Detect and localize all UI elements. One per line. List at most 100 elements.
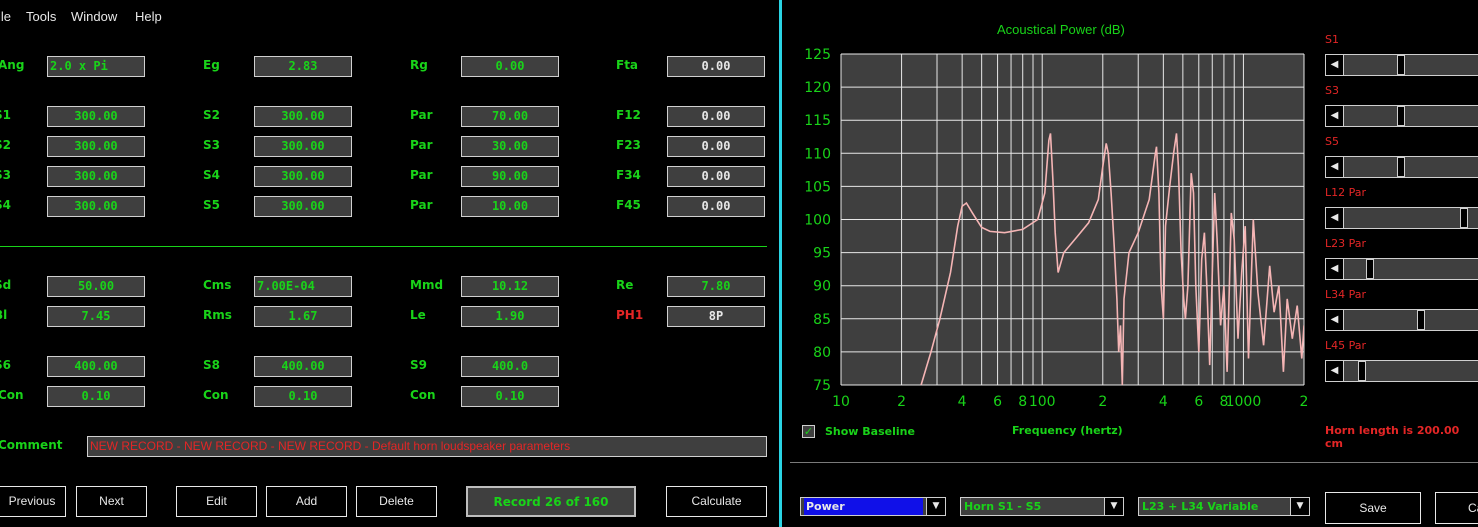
field-con-3[interactable]: 0.10 bbox=[461, 386, 559, 407]
slider-thumb[interactable] bbox=[1397, 106, 1406, 126]
field-eg[interactable]: 2.83 bbox=[254, 56, 352, 77]
field-par-1[interactable]: 70.00 bbox=[461, 106, 559, 127]
label-f12: F12 bbox=[616, 108, 641, 122]
field-mmd[interactable]: 10.12 bbox=[461, 276, 559, 297]
arrow-left-icon[interactable]: ◀ bbox=[1326, 208, 1344, 228]
show-baseline-label[interactable]: Show Baseline bbox=[825, 425, 915, 438]
calculate-button[interactable]: Calculate bbox=[666, 486, 767, 517]
arrow-left-icon[interactable]: ◀ bbox=[1326, 55, 1344, 75]
next-button[interactable]: Next bbox=[76, 486, 147, 517]
field-s3-left[interactable]: 300.00 bbox=[47, 166, 145, 187]
field-s8[interactable]: 400.00 bbox=[254, 356, 352, 377]
field-f23[interactable]: 0.00 bbox=[667, 136, 765, 157]
slider-label: L45 Par bbox=[1325, 339, 1367, 352]
slider-thumb[interactable] bbox=[1460, 208, 1469, 228]
edit-button[interactable]: Edit bbox=[176, 486, 257, 517]
plot-type-dropdown[interactable]: Power ▼ bbox=[800, 497, 946, 516]
field-f34[interactable]: 0.00 bbox=[667, 166, 765, 187]
parameter-slider[interactable]: ◀ bbox=[1325, 207, 1478, 229]
parameter-slider[interactable]: ◀ bbox=[1325, 156, 1478, 178]
label-ang: Ang bbox=[0, 58, 25, 72]
arrow-left-icon[interactable]: ◀ bbox=[1326, 157, 1344, 177]
field-s5[interactable]: 300.00 bbox=[254, 196, 352, 217]
record-counter: Record 26 of 160 bbox=[466, 486, 636, 517]
field-con-1[interactable]: 0.10 bbox=[47, 386, 145, 407]
delete-button[interactable]: Delete bbox=[356, 486, 437, 517]
add-button[interactable]: Add bbox=[266, 486, 347, 517]
field-rg[interactable]: 0.00 bbox=[461, 56, 559, 77]
label-sd: Sd bbox=[0, 278, 12, 292]
x-tick-label: 2 bbox=[897, 394, 906, 410]
cancel-button[interactable]: Ca bbox=[1435, 492, 1478, 524]
field-s4[interactable]: 300.00 bbox=[254, 166, 352, 187]
arrow-left-icon[interactable]: ◀ bbox=[1326, 106, 1344, 126]
field-fta[interactable]: 0.00 bbox=[667, 56, 765, 77]
chevron-down-icon[interactable]: ▼ bbox=[1290, 498, 1309, 515]
label-s3-left: S3 bbox=[0, 168, 11, 182]
save-button[interactable]: Save bbox=[1325, 492, 1421, 524]
arrow-left-icon[interactable]: ◀ bbox=[1326, 310, 1344, 330]
horn-section-dropdown[interactable]: Horn S1 - S5 ▼ bbox=[960, 497, 1124, 516]
label-par-2: Par bbox=[410, 138, 433, 152]
x-tick-label: 8 bbox=[1018, 394, 1027, 410]
field-comment[interactable]: NEW RECORD - NEW RECORD - NEW RECORD - D… bbox=[87, 436, 767, 457]
slider-thumb[interactable] bbox=[1358, 361, 1366, 381]
menu-tools[interactable]: Tools bbox=[26, 9, 56, 24]
slider-thumb[interactable] bbox=[1416, 310, 1425, 330]
variable-value: L23 + L34 Variable bbox=[1142, 500, 1259, 513]
label-rms: Rms bbox=[203, 308, 232, 322]
chevron-down-icon[interactable]: ▼ bbox=[1104, 498, 1123, 515]
parameter-slider[interactable]: ◀ bbox=[1325, 258, 1478, 280]
field-f45[interactable]: 0.00 bbox=[667, 196, 765, 217]
field-cms[interactable]: 7.00E-04 bbox=[254, 276, 352, 297]
previous-button[interactable]: Previous bbox=[0, 486, 66, 517]
x-axis-label: Frequency (hertz) bbox=[1012, 424, 1123, 437]
field-rms[interactable]: 1.67 bbox=[254, 306, 352, 327]
field-s1[interactable]: 300.00 bbox=[47, 106, 145, 127]
parameter-slider[interactable]: ◀ bbox=[1325, 309, 1478, 331]
field-le[interactable]: 1.90 bbox=[461, 306, 559, 327]
label-s2: S2 bbox=[203, 108, 220, 122]
show-baseline-checkbox[interactable]: ✓ bbox=[802, 425, 815, 438]
label-s2-left: S2 bbox=[0, 138, 11, 152]
parameter-slider[interactable]: ◀ bbox=[1325, 54, 1478, 76]
field-re[interactable]: 7.80 bbox=[667, 276, 765, 297]
field-ang[interactable]: 2.0 x Pi bbox=[47, 56, 145, 77]
slider-label: L12 Par bbox=[1325, 186, 1367, 199]
y-tick-label: 75 bbox=[813, 378, 831, 394]
horn-length-text: Horn length is 200.00 cm bbox=[1325, 424, 1460, 450]
field-par-3[interactable]: 90.00 bbox=[461, 166, 559, 187]
field-par-2[interactable]: 30.00 bbox=[461, 136, 559, 157]
label-s4: S4 bbox=[203, 168, 220, 182]
variable-dropdown[interactable]: L23 + L34 Variable ▼ bbox=[1138, 497, 1310, 516]
arrow-left-icon[interactable]: ◀ bbox=[1326, 361, 1344, 381]
field-s3[interactable]: 300.00 bbox=[254, 136, 352, 157]
field-s4-left[interactable]: 300.00 bbox=[47, 196, 145, 217]
x-tick-label: 6 bbox=[1194, 394, 1203, 410]
slider-thumb[interactable] bbox=[1366, 259, 1375, 279]
field-sd[interactable]: 50.00 bbox=[47, 276, 145, 297]
chart-title: Acoustical Power (dB) bbox=[997, 22, 1125, 37]
field-con-2[interactable]: 0.10 bbox=[254, 386, 352, 407]
slider-thumb[interactable] bbox=[1397, 55, 1406, 75]
chevron-down-icon[interactable]: ▼ bbox=[926, 498, 945, 515]
y-tick-label: 100 bbox=[804, 213, 831, 229]
menu-window[interactable]: Window bbox=[71, 9, 117, 24]
x-tick-label: 2 bbox=[1300, 394, 1309, 410]
field-s2[interactable]: 300.00 bbox=[254, 106, 352, 127]
menu-file[interactable]: ile bbox=[0, 9, 11, 24]
field-s2-left[interactable]: 300.00 bbox=[47, 136, 145, 157]
field-ph1[interactable]: 8P bbox=[667, 306, 765, 327]
arrow-left-icon[interactable]: ◀ bbox=[1326, 259, 1344, 279]
field-s9[interactable]: 400.0 bbox=[461, 356, 559, 377]
parameter-slider[interactable]: ◀ bbox=[1325, 105, 1478, 127]
field-bl[interactable]: 7.45 bbox=[47, 306, 145, 327]
menu-help[interactable]: Help bbox=[135, 9, 162, 24]
field-f12[interactable]: 0.00 bbox=[667, 106, 765, 127]
label-con-1: Con bbox=[0, 388, 24, 402]
field-s6[interactable]: 400.00 bbox=[47, 356, 145, 377]
parameter-slider[interactable]: ◀ bbox=[1325, 360, 1478, 382]
slider-thumb[interactable] bbox=[1397, 157, 1406, 177]
section-divider bbox=[0, 246, 767, 247]
field-par-4[interactable]: 10.00 bbox=[461, 196, 559, 217]
